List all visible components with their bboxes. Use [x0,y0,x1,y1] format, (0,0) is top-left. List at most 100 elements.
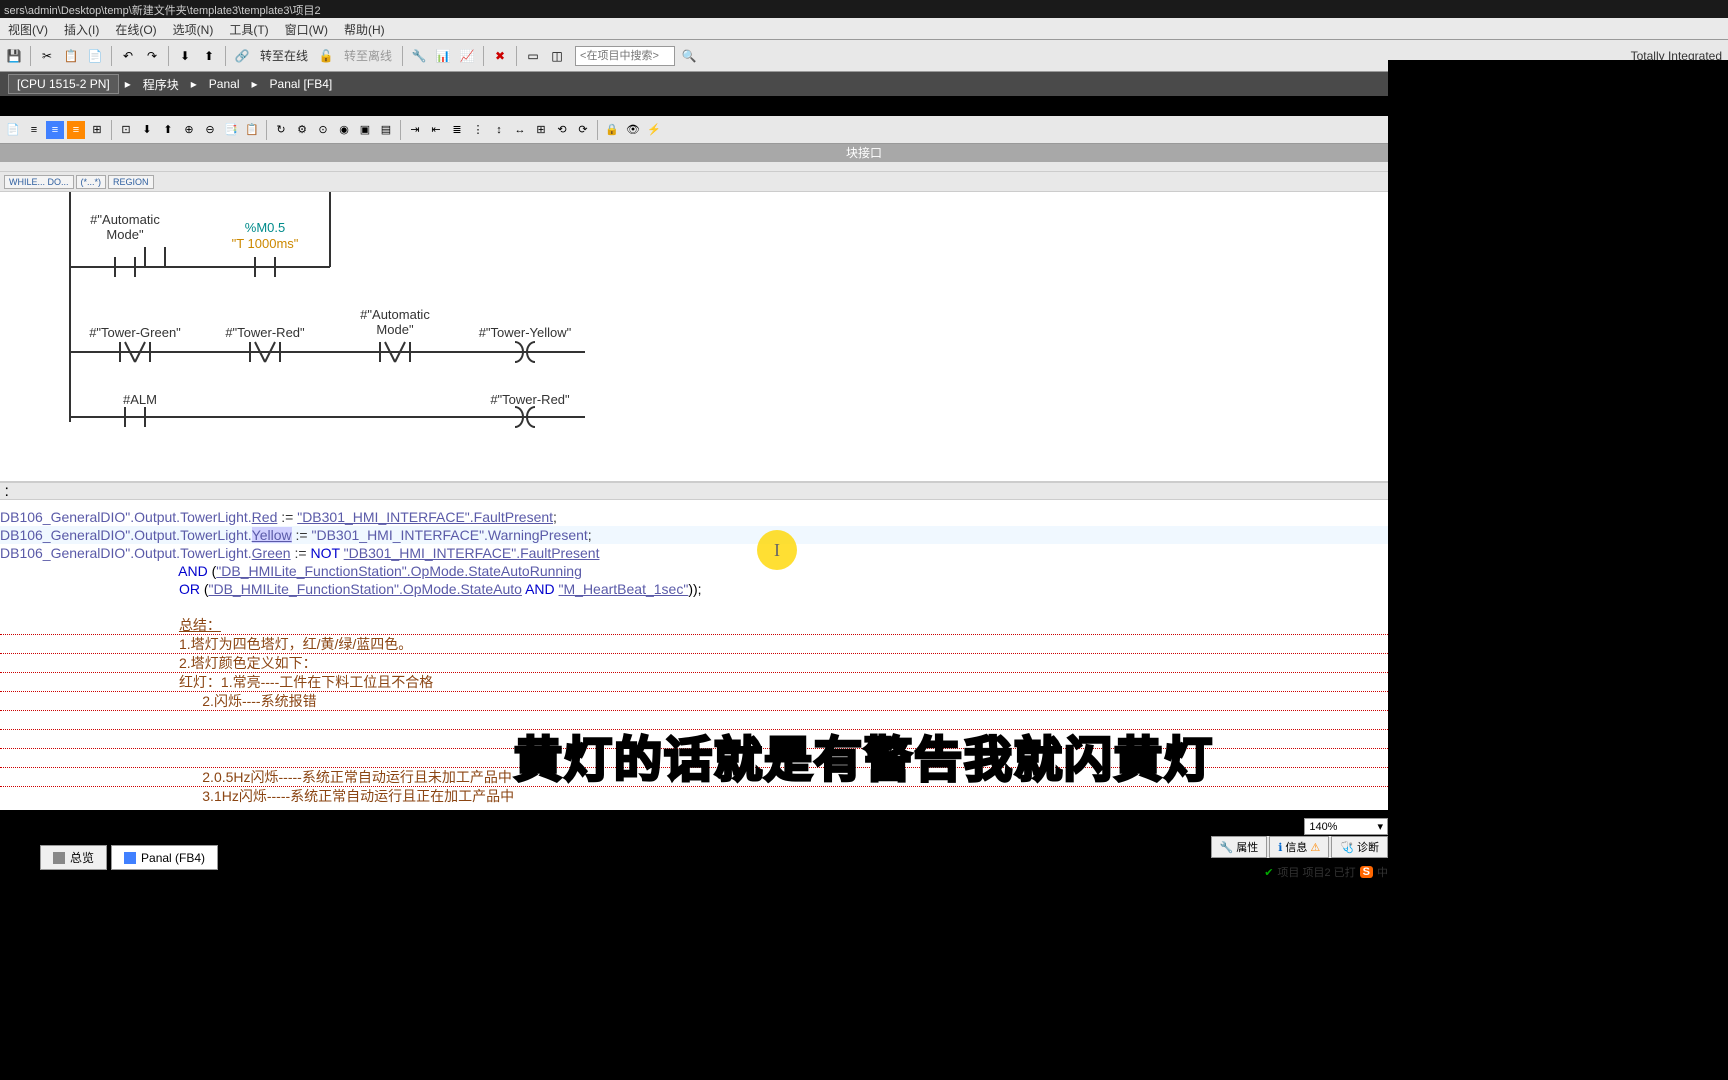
et-icon[interactable]: ⊡ [117,121,135,139]
zoom-dropdown-icon[interactable]: ▾ [1377,820,1383,833]
et-icon[interactable]: ↕ [490,121,508,139]
separator [402,46,403,66]
separator [597,120,598,140]
tab-while-do[interactable]: WHILE... DO... [4,175,74,189]
et-icon[interactable]: 🔒 [603,121,621,139]
label-tower-red-2: #"Tower-Red" [480,392,580,407]
check-icon: ✔ [1264,866,1273,879]
menu-view[interactable]: 视图(V) [0,18,56,39]
et-icon[interactable]: ≡ [25,121,43,139]
crumb-cpu[interactable]: [CPU 1515-2 PN] [8,74,119,94]
tab-properties[interactable]: 🔧属性 [1211,836,1268,858]
et-icon[interactable]: ↔ [511,121,529,139]
et-icon[interactable]: ⬆ [159,121,177,139]
layout-icon-2[interactable]: ◫ [547,46,567,66]
inspector-tabs: 🔧属性 ℹ信息⚠ 🩺诊断 [1211,836,1388,858]
crumb-panal[interactable]: Panal [203,77,246,91]
title-bar: sers\admin\Desktop\temp\新建文件夹\template3\… [0,0,1728,18]
properties-icon: 🔧 [1220,841,1234,854]
crumb-fb4[interactable]: Panal [FB4] [264,77,339,91]
et-icon[interactable]: ⟲ [553,121,571,139]
et-icon[interactable]: ≣ [448,121,466,139]
lang-indicator[interactable]: 中 [1377,864,1388,880]
cut-icon[interactable]: ✂ [37,46,57,66]
et-icon[interactable]: ⊖ [201,121,219,139]
video-subtitle: 黄灯的话就是有警告我就闪黄灯 [514,720,1214,790]
separator [111,120,112,140]
tab-panal-fb4[interactable]: Panal (FB4) [111,845,218,870]
tool-icon-1[interactable]: 🔧 [409,46,429,66]
et-icon[interactable]: ⟳ [574,121,592,139]
tab-diagnostics[interactable]: 🩺诊断 [1331,836,1388,858]
save-icon[interactable]: 💾 [4,46,24,66]
search-go-icon[interactable]: 🔍 [679,46,699,66]
upload-icon[interactable]: ⬆ [199,46,219,66]
tab-region[interactable]: REGION [108,175,154,189]
et-icon[interactable]: ↻ [272,121,290,139]
et-icon[interactable]: ⊕ [180,121,198,139]
et-indent-icon[interactable]: ⇥ [406,121,424,139]
separator [516,46,517,66]
tool-icon-2[interactable]: 📊 [433,46,453,66]
project-search-input[interactable] [575,46,675,66]
label-t1000: "T 1000ms" [225,236,305,251]
et-outdent-icon[interactable]: ⇤ [427,121,445,139]
separator [111,46,112,66]
tab-info[interactable]: ℹ信息⚠ [1269,836,1329,858]
separator [400,120,401,140]
label-tower-red: #"Tower-Red" [215,325,315,340]
et-icon[interactable]: ◉ [335,121,353,139]
menu-tools[interactable]: 工具(T) [221,18,276,39]
et-icon[interactable]: ⊙ [314,121,332,139]
overview-icon [53,852,65,864]
et-icon[interactable]: ▤ [377,121,395,139]
copy-icon[interactable]: 📋 [61,46,81,66]
et-icon[interactable]: ⊞ [532,121,550,139]
et-icon[interactable]: ⋮ [469,121,487,139]
tab-overview[interactable]: 总览 [40,845,107,870]
menu-help[interactable]: 帮助(H) [336,18,393,39]
link-icon[interactable]: 🔗 [232,46,252,66]
et-icon[interactable]: 📄 [4,121,22,139]
ime-icon[interactable]: S [1360,866,1373,878]
et-icon[interactable]: ⊞ [88,121,106,139]
label-auto-mode: #"Automatic Mode" [85,212,165,242]
separator [483,46,484,66]
menu-window[interactable]: 窗口(W) [277,18,336,39]
editor-tabs: 总览 Panal (FB4) [40,845,218,870]
et-icon[interactable]: 📑 [222,121,240,139]
paste-icon[interactable]: 📄 [85,46,105,66]
tab-comment[interactable]: (*...*) [76,175,107,189]
warning-icon: ⚠ [1310,841,1320,854]
separator [225,46,226,66]
label-alm: #ALM [110,392,170,407]
delete-icon[interactable]: ✖ [490,46,510,66]
crumb-blocks[interactable]: 程序块 [137,76,185,93]
redo-icon[interactable]: ↷ [142,46,162,66]
tool-icon-3[interactable]: 📈 [457,46,477,66]
unlink-icon[interactable]: 🔓 [316,46,336,66]
label-auto-mode-2: #"Automatic Mode" [350,307,440,337]
et-icon[interactable]: 📋 [243,121,261,139]
go-offline-button: 转至离线 [340,47,396,64]
zoom-selector[interactable]: 140% ▾ [1304,818,1388,835]
et-icon[interactable]: ⬇ [138,121,156,139]
et-icon[interactable]: 👁 [624,121,642,139]
menu-online[interactable]: 在线(O) [107,18,164,39]
fb-icon [124,852,136,864]
layout-icon-1[interactable]: ▭ [523,46,543,66]
separator [168,46,169,66]
go-online-button[interactable]: 转至在线 [256,47,312,64]
et-icon[interactable]: ≡ [46,121,64,139]
menu-options[interactable]: 选项(N) [165,18,222,39]
et-icon[interactable]: ▣ [356,121,374,139]
menu-insert[interactable]: 插入(I) [56,18,107,39]
et-icon[interactable]: ⚙ [293,121,311,139]
et-icon[interactable]: ≡ [67,121,85,139]
cursor-highlight: I [757,530,797,570]
crumb-sep: ▸ [246,77,264,91]
menu-bar: 视图(V) 插入(I) 在线(O) 选项(N) 工具(T) 窗口(W) 帮助(H… [0,18,1728,40]
undo-icon[interactable]: ↶ [118,46,138,66]
et-icon[interactable]: ⚡ [645,121,663,139]
download-icon[interactable]: ⬇ [175,46,195,66]
